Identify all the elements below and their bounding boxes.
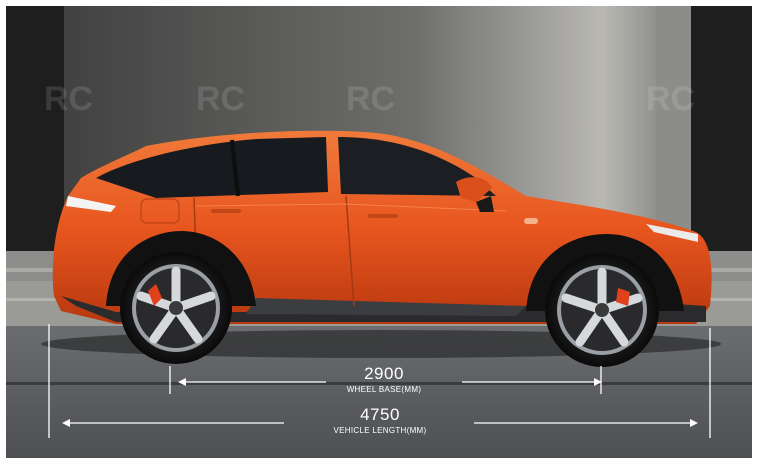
svg-text:RC: RC: [646, 80, 695, 118]
wheel-base-caption: WHEEL BASE(MM): [346, 385, 422, 394]
svg-text:RC: RC: [346, 80, 395, 118]
vehicle-length-caption: VEHICLE LENGTH(MM): [333, 426, 427, 435]
photo-frame: RC RC RC RC RC RC RC: [6, 6, 752, 458]
rear-wheel: [120, 252, 232, 364]
svg-text:RC: RC: [196, 80, 245, 118]
vehicle-length-value: 4750: [360, 405, 400, 424]
front-wheel: [545, 253, 659, 367]
wheel-base-value: 2900: [364, 364, 404, 383]
svg-text:RC: RC: [44, 80, 93, 118]
